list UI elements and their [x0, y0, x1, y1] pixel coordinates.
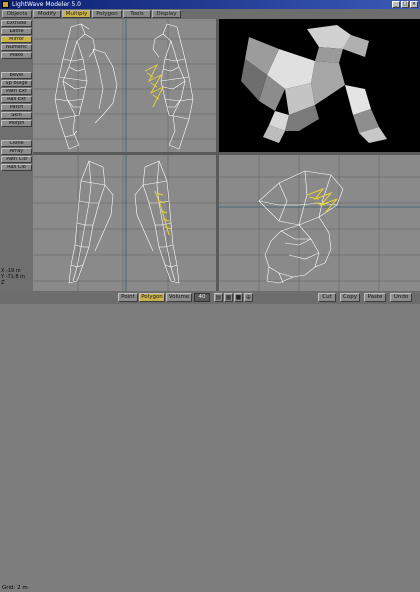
- tab-modify[interactable]: Modify: [33, 10, 61, 18]
- tool-path-ext[interactable]: Path Ext: [1, 88, 32, 95]
- maximize-button[interactable]: □: [401, 1, 409, 8]
- tool-sidebar: Extrude Lathe Mirror Numeric Make Bevel …: [0, 19, 33, 291]
- selection-count: 40: [194, 293, 210, 302]
- viewport-front[interactable]: [33, 19, 216, 152]
- tool-sp-bulge[interactable]: Sp Bulge: [1, 80, 32, 87]
- viewport-perspective[interactable]: [219, 19, 420, 152]
- tool-rail-ext[interactable]: Rail Ext: [1, 96, 32, 103]
- tool-array[interactable]: Array: [1, 148, 32, 155]
- tab-multiply[interactable]: Multiply: [62, 10, 91, 18]
- paste-button[interactable]: Paste: [364, 293, 386, 302]
- tool-mirror[interactable]: Mirror: [1, 36, 32, 43]
- volume-mode-button[interactable]: Volume: [166, 293, 192, 302]
- point-mode-button[interactable]: Point: [118, 293, 138, 302]
- tab-display[interactable]: Display: [152, 10, 181, 18]
- viewport-divider-vertical[interactable]: [216, 19, 219, 291]
- tool-make[interactable]: Make: [1, 52, 32, 59]
- tool-skin[interactable]: Skin: [1, 112, 32, 119]
- top-view-wireframe: [33, 155, 216, 291]
- tab-polygon[interactable]: Polygon: [92, 10, 122, 18]
- zoom-icon[interactable]: ⊕: [244, 293, 253, 302]
- tool-patch[interactable]: Patch: [1, 104, 32, 111]
- status-bar: Grid: 2 m Point Polygon Volume 40 ▤ ▦ ■ …: [0, 291, 420, 591]
- viewport-side[interactable]: [219, 155, 420, 291]
- side-view-wireframe: [219, 155, 420, 291]
- viewport-top[interactable]: [33, 155, 216, 291]
- tool-lathe[interactable]: Lathe: [1, 28, 32, 35]
- tab-tools[interactable]: Tools: [123, 10, 151, 18]
- copy-button[interactable]: Copy: [340, 293, 360, 302]
- viewport-divider-horizontal[interactable]: [33, 152, 420, 155]
- layers-icon[interactable]: ▤: [214, 293, 223, 302]
- coordinate-readout: X -19 m Y -71.8 m Z: [1, 268, 32, 290]
- tab-objects[interactable]: Objects: [2, 10, 32, 18]
- tool-path-clo[interactable]: Path Clo: [1, 156, 32, 163]
- polygon-mode-button[interactable]: Polygon: [139, 293, 165, 302]
- tool-morph[interactable]: Morph: [1, 120, 32, 127]
- wireframe-icon[interactable]: ▦: [224, 293, 233, 302]
- front-view-wireframe: [33, 19, 216, 152]
- coord-z: Z: [1, 280, 5, 286]
- perspective-shaded-model: [241, 25, 387, 143]
- tool-extrude[interactable]: Extrude: [1, 20, 32, 27]
- window-title: LightWave Modeler 5.0: [12, 1, 81, 8]
- tool-bevel[interactable]: Bevel: [1, 72, 32, 79]
- shaded-icon[interactable]: ■: [234, 293, 243, 302]
- title-bar: LightWave Modeler 5.0 _ □ ×: [0, 0, 420, 9]
- grid-size: Grid: 2 m: [2, 585, 28, 591]
- tool-clone[interactable]: Clone: [1, 140, 32, 147]
- mode-tab-bar: Objects Modify Multiply Polygon Tools Di…: [0, 9, 420, 19]
- app-icon: [2, 1, 9, 8]
- minimize-button[interactable]: _: [392, 1, 400, 8]
- undo-button[interactable]: Undo: [390, 293, 412, 302]
- tool-numeric[interactable]: Numeric: [1, 44, 32, 51]
- tool-rail-clo[interactable]: Rail Clo: [1, 164, 32, 171]
- close-button[interactable]: ×: [410, 1, 418, 8]
- cut-button[interactable]: Cut: [318, 293, 336, 302]
